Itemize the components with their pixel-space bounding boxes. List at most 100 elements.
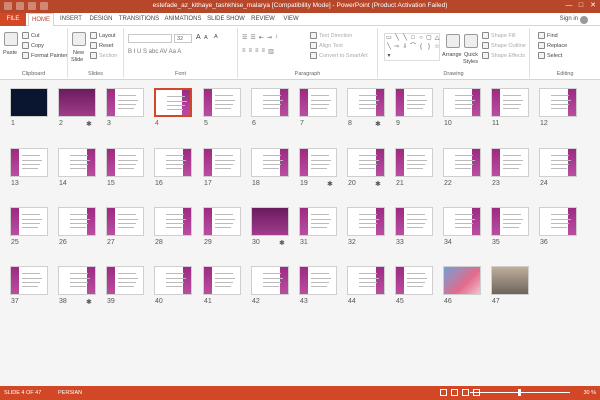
slide-thumbnail[interactable] — [443, 266, 481, 295]
align-right-icon[interactable]: ≡ — [255, 48, 259, 55]
slide-thumbnail[interactable] — [395, 266, 433, 295]
rect-shape-icon[interactable]: □ — [409, 34, 417, 43]
slide-thumbnail[interactable] — [395, 88, 433, 117]
brace-shape-icon[interactable]: { — [417, 43, 425, 52]
animation-star-icon[interactable]: ✱ — [327, 180, 333, 188]
font-name-combo[interactable] — [128, 34, 172, 43]
columns-icon[interactable]: ▥ — [268, 48, 274, 55]
tab-home[interactable]: HOME — [28, 13, 54, 27]
align-left-icon[interactable]: ≡ — [242, 48, 246, 55]
slide-thumbnail[interactable] — [58, 207, 96, 236]
animation-star-icon[interactable]: ✱ — [279, 239, 285, 247]
line-spacing-icon[interactable]: ↕ — [275, 34, 278, 41]
slide-thumbnail[interactable] — [154, 207, 192, 236]
line2-shape-icon[interactable]: ╲ — [401, 34, 409, 43]
new-slide-label-2[interactable]: Slide — [71, 57, 83, 63]
curve-shape-icon[interactable]: ⌒ — [409, 43, 417, 52]
shrink-font-button[interactable]: A — [204, 35, 208, 41]
close-icon[interactable]: ✕ — [588, 1, 598, 11]
slide-thumbnail[interactable] — [539, 207, 577, 236]
tab-slide-show[interactable]: SLIDE SHOW — [206, 13, 246, 26]
cut-button[interactable]: Cut — [22, 32, 40, 39]
slide-thumbnail[interactable] — [443, 207, 481, 236]
slide-thumbnail[interactable] — [491, 266, 529, 295]
shape-effects-button[interactable]: Shape Effects — [482, 52, 525, 59]
normal-view-icon[interactable] — [440, 389, 447, 396]
shapes-gallery[interactable]: ▭ ╲ ╲ □ ○ ▢ △ ╲ ⇨ ⇩ ⌒{} ☆ ▾ — [384, 33, 440, 61]
slide-sorter[interactable]: 1 2 ✱ 3 4 5 6 7 8 ✱ 9 10 11 12 13 14 15 16 17 18 19 ✱ 20 ✱ 21 22 2… — [0, 80, 600, 386]
arrange-icon[interactable] — [446, 34, 460, 48]
text-direction-button[interactable]: Text Direction — [310, 32, 352, 39]
tab-animations[interactable]: ANIMATIONS — [163, 13, 203, 26]
avatar[interactable] — [580, 16, 588, 24]
paste-icon[interactable] — [4, 32, 18, 46]
slide-thumbnail[interactable] — [491, 88, 529, 117]
zoom-slider-knob[interactable] — [518, 389, 521, 396]
slide-thumbnail[interactable] — [10, 266, 48, 295]
slide-thumbnail[interactable] — [251, 88, 289, 117]
slide-thumbnail[interactable] — [154, 88, 192, 117]
slide-thumbnail[interactable] — [395, 148, 433, 177]
slide-thumbnail[interactable] — [251, 207, 289, 236]
align-center-icon[interactable]: ≡ — [249, 48, 253, 55]
line3-shape-icon[interactable]: ╲ — [385, 43, 393, 52]
font-format-row[interactable]: B I U S abc AV Aa A — [128, 49, 181, 55]
new-slide-label-1[interactable]: New — [73, 50, 84, 56]
quick-styles-icon[interactable] — [464, 34, 478, 48]
slide-thumbnail[interactable] — [347, 88, 385, 117]
slide-thumbnail[interactable] — [539, 88, 577, 117]
brace2-shape-icon[interactable]: } — [425, 43, 433, 52]
paste-button[interactable]: Paste — [3, 50, 17, 56]
slide-thumbnail[interactable] — [299, 88, 337, 117]
slide-thumbnail[interactable] — [10, 148, 48, 177]
slide-thumbnail[interactable] — [10, 88, 48, 117]
justify-icon[interactable]: ≡ — [262, 48, 266, 55]
select-button[interactable]: Select — [538, 52, 562, 59]
slide-thumbnail[interactable] — [491, 148, 529, 177]
slide-thumbnail[interactable] — [251, 266, 289, 295]
arrange-button[interactable]: Arrange — [442, 52, 462, 58]
reading-view-icon[interactable] — [462, 389, 469, 396]
oval-shape-icon[interactable]: ○ — [417, 34, 425, 43]
slide-thumbnail[interactable] — [106, 148, 144, 177]
animation-star-icon[interactable]: ✱ — [86, 298, 92, 306]
arrow2-shape-icon[interactable]: ⇩ — [401, 43, 409, 52]
slide-thumbnail[interactable] — [10, 207, 48, 236]
tab-insert[interactable]: INSERT — [57, 13, 85, 26]
reset-button[interactable]: Reset — [90, 42, 113, 49]
slide-thumbnail[interactable] — [203, 88, 241, 117]
animation-star-icon[interactable]: ✱ — [375, 180, 381, 188]
tab-view[interactable]: VIEW — [280, 13, 302, 26]
slide-thumbnail[interactable] — [347, 148, 385, 177]
zoom-level[interactable]: 30 % — [583, 390, 596, 396]
tab-design[interactable]: DESIGN — [87, 13, 115, 26]
clear-formatting-button[interactable]: A — [214, 34, 218, 40]
replace-button[interactable]: Replace — [538, 42, 567, 49]
slide-thumbnail[interactable] — [491, 207, 529, 236]
section-button[interactable]: Section — [90, 52, 117, 59]
triangle-shape-icon[interactable]: △ — [433, 34, 441, 43]
convert-smartart-button[interactable]: Convert to SmartArt — [310, 52, 368, 59]
slide-thumbnail[interactable] — [203, 207, 241, 236]
slide-thumbnail[interactable] — [58, 148, 96, 177]
align-text-button[interactable]: Align Text — [310, 42, 343, 49]
slide-thumbnail[interactable] — [58, 88, 96, 117]
slide-thumbnail[interactable] — [106, 266, 144, 295]
tab-review[interactable]: REVIEW — [249, 13, 277, 26]
zoom-slider[interactable] — [470, 389, 570, 396]
quick-styles-label-1[interactable]: Quick — [464, 52, 478, 58]
slide-thumbnail[interactable] — [443, 148, 481, 177]
slide-thumbnail[interactable] — [299, 148, 337, 177]
textbox-shape-icon[interactable]: ▭ — [385, 34, 393, 43]
rounded-rect-shape-icon[interactable]: ▢ — [425, 34, 433, 43]
slide-thumbnail[interactable] — [154, 266, 192, 295]
copy-button[interactable]: Copy — [22, 42, 44, 49]
format-painter-button[interactable]: Format Painter — [22, 52, 67, 59]
slide-thumbnail[interactable] — [106, 207, 144, 236]
animation-star-icon[interactable]: ✱ — [86, 120, 92, 128]
slide-thumbnail[interactable] — [395, 207, 433, 236]
star-shape-icon[interactable]: ☆ — [433, 43, 441, 52]
shape-fill-button[interactable]: Shape Fill — [482, 32, 515, 39]
slide-thumbnail[interactable] — [251, 148, 289, 177]
quick-styles-label-2[interactable]: Styles — [463, 59, 478, 65]
